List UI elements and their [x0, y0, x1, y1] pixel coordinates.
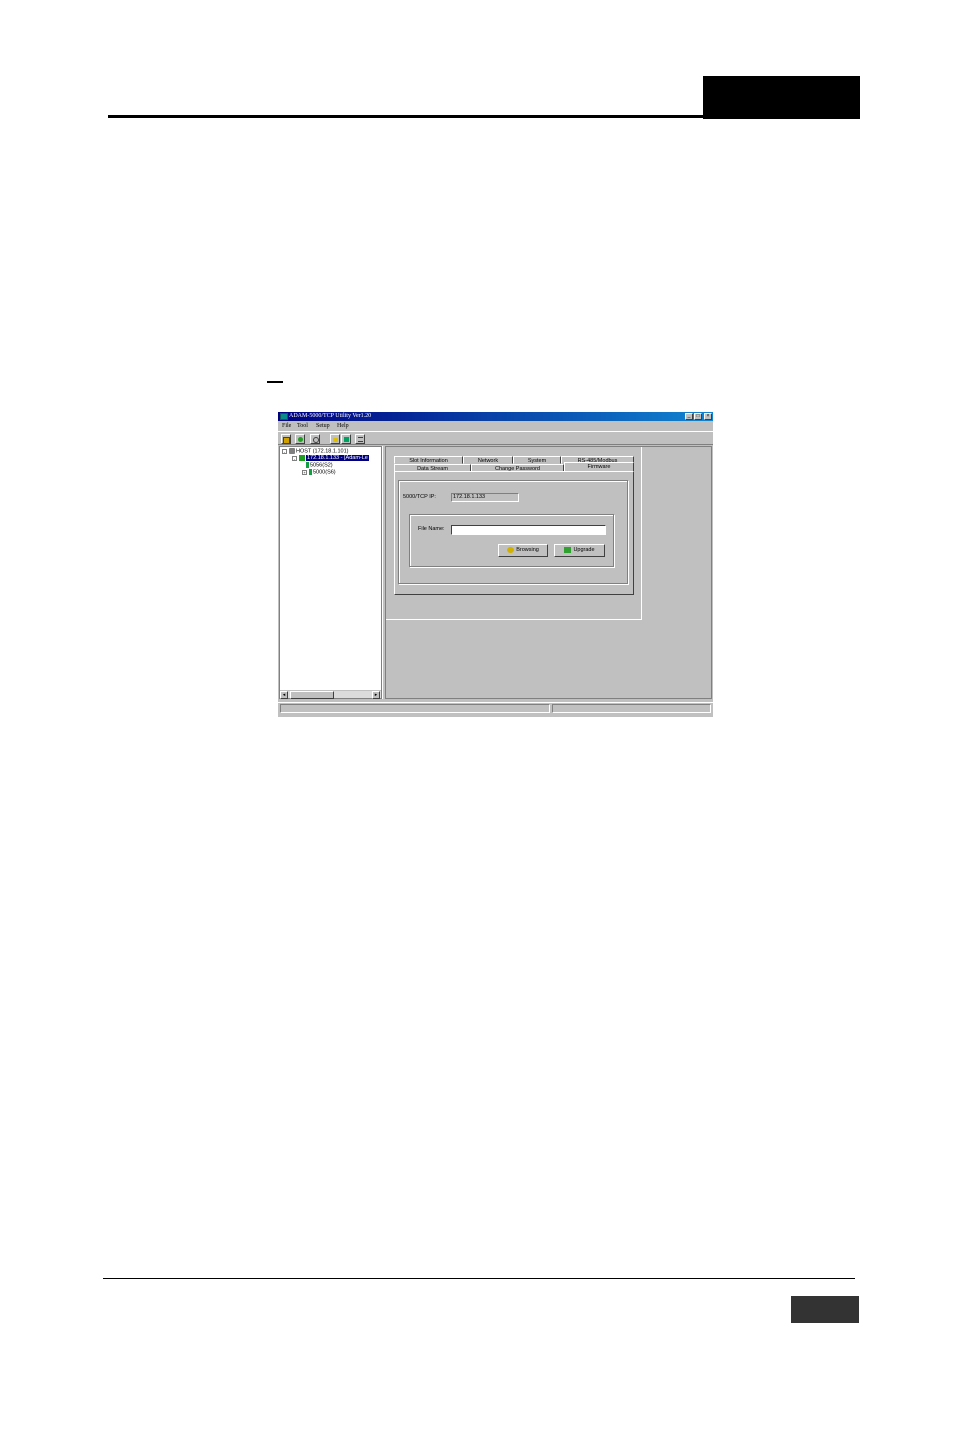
menu-setup[interactable]: Setup	[316, 421, 330, 431]
tree-item-module[interactable]: +5000(S6)	[302, 469, 336, 476]
device-tree[interactable]: - HOST (172.18.1.101) -172.18.1.133 - [Ad…	[279, 446, 382, 699]
arrow-right-icon	[564, 546, 572, 553]
module-icon	[309, 469, 312, 475]
maximize-button[interactable]: □	[694, 413, 702, 420]
title-bar: ADAM-5000/TCP Utility Ver1.20 _ □ ×	[278, 412, 713, 421]
browse-button[interactable]: Browsing	[498, 544, 548, 557]
file-group: File Name: Browsing Upgrade	[409, 514, 614, 567]
collapse-icon[interactable]: -	[292, 455, 297, 461]
tab-network[interactable]: Network	[463, 456, 513, 464]
close-button[interactable]: ×	[704, 413, 712, 420]
firmware-page: 5000/TCP IP: 172.18.1.133 File Name: Bro…	[394, 471, 634, 595]
app-window: ADAM-5000/TCP Utility Ver1.20 _ □ × File…	[278, 412, 713, 717]
toolbar	[278, 431, 713, 445]
zoom-icon[interactable]	[310, 434, 320, 444]
menu-file[interactable]: File	[282, 421, 291, 431]
tree-hscrollbar[interactable]: ◂ ▸	[280, 690, 381, 699]
upgrade-button[interactable]: Upgrade	[554, 544, 605, 557]
host-label: HOST (172.18.1.101)	[296, 448, 349, 455]
module-label: 5056(S2)	[310, 462, 333, 469]
collapse-icon[interactable]: -	[282, 448, 287, 454]
module-label: 5000(S6)	[313, 469, 336, 476]
browse-label: Browsing	[516, 547, 539, 553]
open-folder-icon[interactable]	[330, 434, 340, 444]
scroll-left-icon[interactable]: ◂	[280, 691, 288, 699]
module-icon	[306, 462, 309, 468]
menu-bar: File Tool Setup Help	[278, 421, 713, 431]
firmware-group: 5000/TCP IP: 172.18.1.133 File Name: Bro…	[398, 480, 628, 584]
folder-icon	[507, 546, 515, 553]
minimize-button[interactable]: _	[685, 413, 693, 420]
terminal-icon[interactable]	[355, 434, 365, 444]
ip-field: 172.18.1.133	[451, 493, 519, 502]
status-bar	[278, 702, 713, 714]
app-icon	[280, 413, 288, 420]
tab-system[interactable]: System	[513, 456, 561, 464]
ip-label: 5000/TCP IP:	[403, 494, 436, 500]
search-icon[interactable]	[295, 434, 305, 444]
status-pane-left	[280, 704, 550, 713]
menu-tool[interactable]: Tool	[297, 421, 308, 431]
header-rule	[108, 115, 705, 118]
status-pane-right	[552, 704, 711, 713]
config-panel: Slot Information Network System RS-485/M…	[385, 446, 712, 699]
window-title: ADAM-5000/TCP Utility Ver1.20	[289, 413, 372, 419]
file-name-input[interactable]	[451, 525, 606, 535]
page-number-box	[791, 1296, 859, 1323]
config-frame: Slot Information Network System RS-485/M…	[386, 447, 642, 620]
expand-icon[interactable]: +	[302, 469, 307, 475]
exit-icon[interactable]	[281, 434, 291, 444]
tab-slot-information[interactable]: Slot Information	[394, 456, 463, 464]
scroll-right-icon[interactable]: ▸	[372, 691, 380, 699]
footer-rule	[103, 1278, 855, 1279]
underline-mark	[267, 381, 283, 383]
upgrade-label: Upgrade	[573, 547, 595, 553]
menu-help[interactable]: Help	[337, 421, 349, 431]
scroll-thumb[interactable]	[290, 691, 334, 699]
device-icon	[299, 455, 305, 461]
device-label: 172.18.1.133 - [Adam-Le	[306, 455, 369, 462]
header-black-box	[703, 76, 860, 119]
save-icon[interactable]	[341, 434, 351, 444]
computer-icon	[289, 448, 295, 454]
file-name-label: File Name:	[418, 526, 445, 532]
